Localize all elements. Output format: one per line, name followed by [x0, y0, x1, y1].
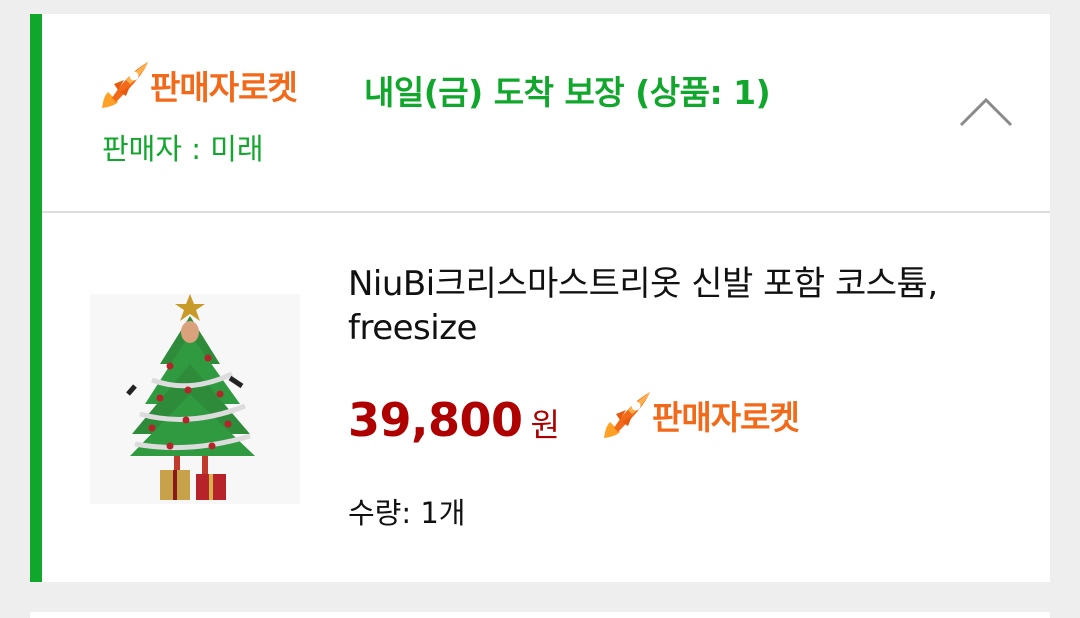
delivery-guarantee-text: 내일(금) 도착 보장 (상품: 1) [364, 73, 771, 112]
shipment-header[interactable]: 판매자로켓 내일(금) 도착 보장 (상품: 1) 판매자 : 미래 [72, 14, 1050, 211]
product-rocket-badge: 판매자로켓 [600, 388, 800, 442]
next-shipment-card [30, 612, 1050, 618]
rocket-icon [604, 392, 650, 438]
product-name[interactable]: NiuBi크리스마스트리옷 신발 포함 코스튬, freesize [348, 262, 1008, 350]
product-rocket-label: 판매자로켓 [652, 398, 800, 437]
seller-rocket-badge: 판매자로켓 [98, 58, 298, 112]
chevron-up-icon[interactable] [958, 94, 1014, 128]
product-thumbnail[interactable] [90, 294, 300, 504]
seller-name: 판매자 : 미래 [102, 132, 264, 166]
seller-rocket-label: 판매자로켓 [150, 68, 298, 107]
product-price: 39,800 원 [348, 393, 560, 447]
section-divider [42, 211, 1050, 213]
quantity-text: 수량: 1개 [348, 496, 466, 530]
price-unit: 원 [530, 406, 560, 444]
price-value: 39,800 [348, 393, 523, 447]
rocket-icon [102, 62, 148, 108]
